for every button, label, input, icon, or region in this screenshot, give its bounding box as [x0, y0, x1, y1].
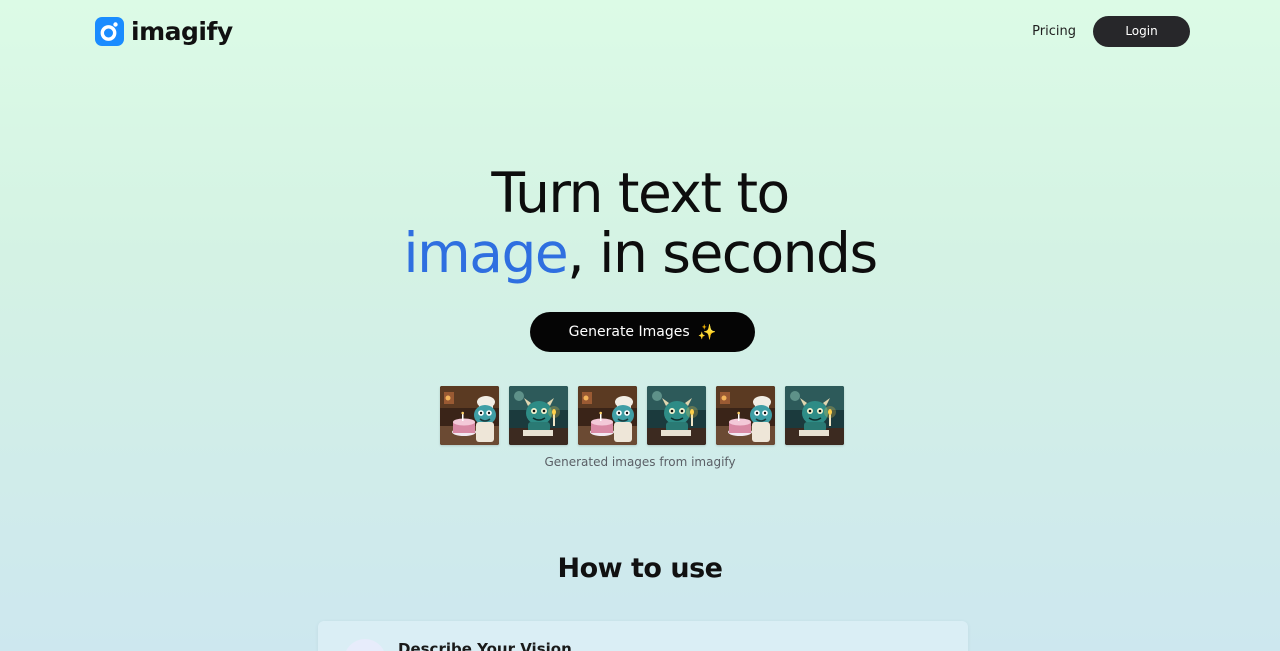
- hero-title-line1: Turn text to: [491, 161, 790, 225]
- step-card: Describe Your Vision: [318, 621, 968, 651]
- how-to-use-title: How to use: [557, 553, 723, 584]
- sparkle-icon: ✨: [697, 323, 717, 341]
- login-button[interactable]: Login: [1093, 15, 1190, 47]
- gallery-caption: Generated images from imagify: [544, 455, 736, 469]
- brand-name: imagify: [131, 16, 233, 46]
- hero-title: Turn text to image, in seconds: [0, 163, 1280, 283]
- nav-actions: Pricing Login: [1032, 15, 1190, 47]
- top-nav: imagify Pricing Login: [95, 0, 1190, 62]
- hero-title-accent: image: [403, 221, 568, 285]
- generate-images-label: Generate Images: [568, 324, 690, 340]
- pricing-link[interactable]: Pricing: [1032, 24, 1076, 39]
- sample-image[interactable]: [716, 386, 775, 445]
- step-title: Describe Your Vision: [398, 640, 572, 651]
- sample-image[interactable]: [785, 386, 844, 445]
- sample-gallery: [440, 386, 844, 445]
- sample-image[interactable]: [647, 386, 706, 445]
- step-icon: [344, 639, 386, 651]
- hero-title-rest: , in seconds: [567, 221, 878, 285]
- generate-images-button[interactable]: Generate Images ✨: [530, 312, 755, 352]
- sample-image[interactable]: [440, 386, 499, 445]
- sample-image[interactable]: [578, 386, 637, 445]
- sample-image[interactable]: [509, 386, 568, 445]
- logo-icon: [95, 16, 124, 46]
- brand-logo[interactable]: imagify: [95, 16, 233, 46]
